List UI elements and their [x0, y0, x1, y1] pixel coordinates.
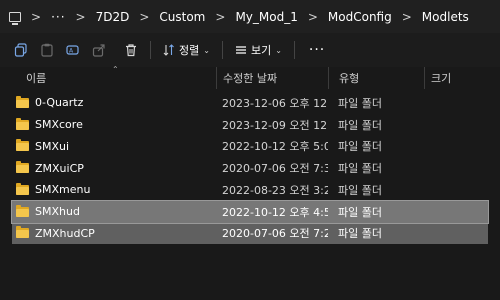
file-row[interactable]: SMXui 2022-10-12 오후 5:04 파일 폴더 [12, 136, 488, 158]
sort-ascending-icon: ⌃ [112, 65, 119, 74]
toolbar-divider [221, 41, 223, 59]
computer-icon[interactable] [9, 11, 21, 25]
file-list: 0-Quartz2023-12-06 오후 12:...파일 폴더SMXcore… [11, 92, 489, 245]
chevron-right-icon[interactable]: > [215, 10, 225, 24]
file-row[interactable]: ZMXhudCP 2020-07-06 오전 7:26 파일 폴더 [12, 222, 488, 245]
folder-icon [16, 139, 29, 152]
file-name: 0-Quartz [35, 96, 84, 110]
chevron-down-icon: ⌄ [203, 45, 210, 55]
chevron-right-icon[interactable]: > [31, 10, 41, 24]
file-date: 2020-07-06 오전 7:26 [222, 227, 328, 241]
paste-icon[interactable] [34, 38, 60, 62]
file-type: 파일 폴더 [338, 96, 382, 110]
file-date: 2022-08-23 오전 3:23 [222, 183, 328, 197]
file-type: 파일 폴더 [338, 205, 382, 219]
file-name-cell: 0-Quartz [12, 95, 216, 110]
file-name-cell: SMXcore [12, 117, 216, 132]
file-name-cell: ZMXhudCP [12, 226, 216, 240]
toolbar-divider [293, 41, 295, 59]
file-type: 파일 폴더 [338, 183, 382, 197]
folder-icon [16, 182, 29, 195]
view-icon [235, 46, 246, 54]
folder-icon [16, 226, 29, 239]
breadcrumb-item-modlets[interactable]: Modlets [422, 10, 469, 24]
file-name: SMXhud [35, 205, 80, 219]
file-row[interactable]: 0-Quartz 2023-12-06 오후 12:... 파일 폴더 [12, 92, 488, 114]
view-button[interactable]: 보기 ⌄ [229, 38, 288, 62]
breadcrumb-item-my-mod-1[interactable]: My_Mod_1 [235, 10, 297, 24]
file-name-cell: SMXui [12, 139, 216, 153]
file-type: 파일 폴더 [338, 140, 382, 154]
breadcrumb-item-7d2d[interactable]: 7D2D [96, 10, 130, 24]
chevron-right-icon[interactable]: > [76, 10, 86, 24]
column-type-label: 유형 [339, 72, 360, 85]
file-row[interactable]: SMXcore 2023-12-09 오전 12:... 파일 폴더 [12, 114, 488, 136]
rename-icon[interactable]: A [60, 38, 86, 62]
file-name-cell: ZMXuiCP [12, 161, 216, 175]
file-type: 파일 폴더 [338, 118, 382, 132]
file-name-cell: SMXhud [12, 204, 216, 219]
file-name: ZMXuiCP [35, 161, 84, 175]
breadcrumb-item-modconfig[interactable]: ModConfig [328, 10, 392, 24]
file-date: 2023-12-09 오전 12:... [222, 118, 328, 132]
column-name-label: 이름 [26, 72, 47, 85]
column-header-size[interactable]: 크기 [424, 67, 488, 89]
share-icon[interactable] [86, 38, 112, 62]
column-header: 이름 ⌃ 수정한 날짜 유형 크기 [12, 65, 488, 89]
file-name: SMXmenu [35, 183, 91, 197]
file-row[interactable]: SMXhud 2022-10-12 오후 4:50 파일 폴더 [11, 199, 489, 224]
chevron-down-icon: ⌄ [275, 45, 282, 55]
folder-icon [16, 204, 29, 217]
address-bar[interactable]: > ··· > 7D2D > Custom > My_Mod_1 > ModCo… [0, 0, 500, 33]
file-name: SMXui [35, 139, 70, 153]
delete-icon[interactable] [118, 38, 144, 62]
view-label: 보기 [250, 44, 272, 57]
file-name: ZMXhudCP [35, 226, 95, 240]
chevron-right-icon[interactable]: > [308, 10, 318, 24]
toolbar-divider [150, 41, 151, 59]
breadcrumb-overflow[interactable]: ··· [51, 10, 65, 24]
folder-icon [16, 117, 29, 130]
file-row[interactable]: ZMXuiCP 2020-07-06 오전 7:33 파일 폴더 [12, 157, 488, 179]
column-size-label: 크기 [431, 72, 452, 85]
folder-icon [16, 95, 29, 108]
column-header-name[interactable]: 이름 ⌃ [12, 65, 216, 89]
file-date: 2023-12-06 오후 12:... [222, 96, 328, 110]
command-bar: A 정렬 ⌄ 보기 ⌄ ··· [0, 33, 500, 67]
chevron-right-icon[interactable]: > [402, 10, 412, 24]
sort-label: 정렬 [179, 44, 200, 57]
file-type: 파일 폴더 [338, 162, 382, 176]
sort-button[interactable]: 정렬 ⌄ [157, 38, 216, 62]
file-name-cell: SMXmenu [12, 182, 216, 197]
file-date: 2020-07-06 오전 7:33 [222, 162, 328, 176]
copy-icon[interactable] [8, 38, 34, 62]
column-header-type[interactable]: 유형 [328, 67, 424, 89]
file-type: 파일 폴더 [338, 227, 382, 241]
breadcrumb-item-custom[interactable]: Custom [159, 10, 205, 24]
file-date: 2022-10-12 오후 5:04 [222, 140, 328, 154]
column-date-label: 수정한 날짜 [223, 72, 278, 85]
more-options-button[interactable]: ··· [301, 42, 333, 58]
file-date: 2022-10-12 오후 4:50 [222, 205, 328, 219]
file-row[interactable]: SMXmenu 2022-08-23 오전 3:23 파일 폴더 [12, 179, 488, 201]
file-name: SMXcore [35, 118, 83, 132]
folder-icon [16, 161, 29, 174]
sort-icon [163, 44, 174, 56]
chevron-right-icon[interactable]: > [139, 10, 149, 24]
column-header-date[interactable]: 수정한 날짜 [216, 67, 328, 89]
